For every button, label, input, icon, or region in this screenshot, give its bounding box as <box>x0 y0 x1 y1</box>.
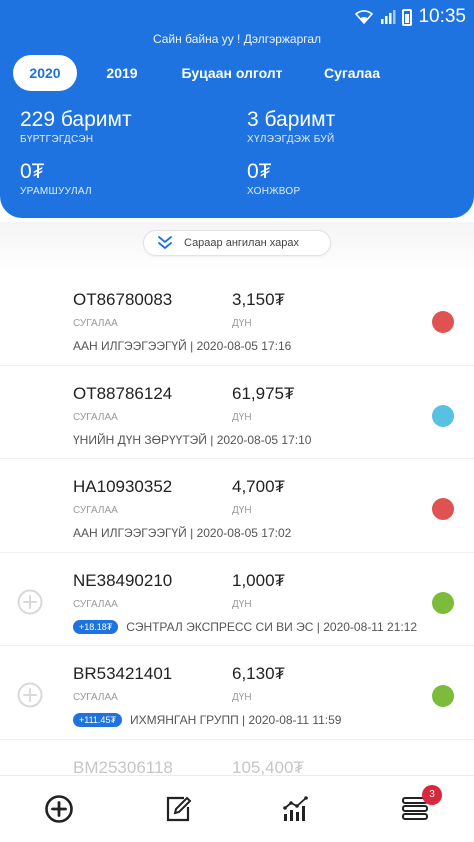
status-dot <box>432 591 454 614</box>
greeting: Сайн байна уу ! Дэлгэржаргал <box>152 32 322 46</box>
receipt-amount-label: ДҮН <box>232 692 252 703</box>
receipt-code: BM25306118 <box>73 758 173 776</box>
stat-bonus: 0₮ УРАМШУУЛАЛ <box>20 160 92 197</box>
nav-chart[interactable] <box>237 776 356 842</box>
tab-lottery[interactable]: Сугалаа <box>297 55 407 91</box>
year-tabs: 2020 2019 Буцаан олголт Сугалаа <box>13 55 461 91</box>
receipt-row-partial[interactable]: BM25306118 105,400₮ <box>0 756 474 776</box>
stat-discount: 0₮ ХОНЖВОР <box>247 160 300 197</box>
stat-pending: 3 баримт ХҮЛЭЭГДЭЖ БУЙ <box>247 108 335 145</box>
receipt-type: СУГАЛАА <box>73 505 118 516</box>
month-filter-button[interactable]: Сараар ангилан харах <box>143 230 331 256</box>
header: 10:35 Сайн байна уу ! Дэлгэржаргал 2020 … <box>0 0 474 218</box>
stat-bonus-label: УРАМШУУЛАЛ <box>20 186 92 197</box>
double-chevron-down-icon <box>158 236 172 249</box>
receipt-row[interactable]: NE38490210 1,000₮ СУГАЛАА ДҮН +18.18₮ СЭ… <box>0 553 474 646</box>
status-bar: 10:35 <box>0 0 474 32</box>
receipt-code: BR53421401 <box>73 664 173 683</box>
chart-icon <box>283 796 309 821</box>
receipt-info-text: СЭНТРАЛ ЭКСПРЕСС СИ ВИ ЭС | 2020-08-11 2… <box>126 619 418 634</box>
receipt-row[interactable]: HA10930352 4,700₮ СУГАЛАА ДҮН ААН ИЛГЭЭГ… <box>0 459 474 553</box>
stat-bonus-value: 0₮ <box>20 160 45 183</box>
stat-registered-label: БҮРТГЭГДСЭН <box>20 134 94 145</box>
tab-refund[interactable]: Буцаан олголт <box>167 55 297 91</box>
receipt-info: +111.45₮ ИХМЯНГАН ГРУПП | 2020-08-11 11:… <box>73 713 341 727</box>
receipt-info: ААН ИЛГЭЭГЭЭГҮЙ | 2020-08-05 17:02 <box>73 526 291 540</box>
receipt-row[interactable]: OT88786124 61,975₮ СУГАЛАА ДҮН ҮНИЙН ДҮН… <box>0 366 474 459</box>
status-time: 10:35 <box>418 6 466 27</box>
receipt-amount: 6,130₮ <box>232 664 285 683</box>
receipt-amount-label: ДҮН <box>232 411 252 423</box>
receipt-info: ААН ИЛГЭЭГЭЭГҮЙ | 2020-08-05 17:16 <box>73 339 291 353</box>
wifi-icon <box>355 10 374 25</box>
status-dot <box>432 404 454 427</box>
battery-icon <box>402 8 413 26</box>
receipt-type: СУГАЛАА <box>73 692 118 703</box>
receipt-info: +18.18₮ СЭНТРАЛ ЭКСПРЕСС СИ ВИ ЭС | 2020… <box>73 619 418 634</box>
stat-pending-label: ХҮЛЭЭГДЭЖ БУЙ <box>247 134 335 145</box>
receipt-code: NE38490210 <box>73 570 173 590</box>
month-filter-label: Сараар ангилан харах <box>184 237 299 249</box>
receipt-info: ҮНИЙН ДҮН ЗӨРҮҮТЭЙ | 2020-08-05 17:10 <box>73 433 311 447</box>
tab-2019[interactable]: 2019 <box>77 55 167 91</box>
bonus-badge: +18.18₮ <box>73 619 119 634</box>
receipt-amount: 105,400₮ <box>232 758 304 776</box>
receipt-row[interactable]: OT86780083 3,150₮ СУГАЛАА ДҮН ААН ИЛГЭЭГ… <box>0 272 474 366</box>
nav-list[interactable] <box>356 776 474 842</box>
stat-registered: 229 баримт БҮРТГЭГДСЭН <box>20 108 132 145</box>
receipt-code: HA10930352 <box>73 477 173 496</box>
add-circle-icon[interactable] <box>17 682 43 708</box>
nav-edit[interactable] <box>119 776 238 842</box>
bonus-badge: +111.45₮ <box>73 713 122 727</box>
receipt-info-text: ААН ИЛГЭЭГЭЭГҮЙ | 2020-08-05 17:16 <box>73 339 292 353</box>
receipt-type: СУГАЛАА <box>73 598 118 610</box>
receipt-type: СУГАЛАА <box>73 411 118 423</box>
receipt-amount-label: ДҮН <box>232 318 252 329</box>
add-circle-icon <box>45 795 74 823</box>
receipt-amount-label: ДҮН <box>232 505 252 516</box>
receipt-info-text: ҮНИЙН ДҮН ЗӨРҮҮТЭЙ | 2020-08-05 17:10 <box>73 432 312 447</box>
add-circle-icon[interactable] <box>17 589 43 615</box>
receipt-info-text: ААН ИЛГЭЭГЭЭГҮЙ | 2020-08-05 17:02 <box>73 526 292 540</box>
receipt-code: OT86780083 <box>73 290 173 309</box>
stat-pending-value: 3 баримт <box>247 108 336 131</box>
bottom-nav <box>0 775 474 842</box>
status-dot <box>432 685 454 707</box>
stat-registered-value: 229 баримт <box>20 108 132 131</box>
receipt-row[interactable]: BR53421401 6,130₮ СУГАЛАА ДҮН +111.45₮ И… <box>0 646 474 740</box>
status-dot <box>432 311 454 333</box>
receipt-amount-label: ДҮН <box>232 598 252 610</box>
receipt-type: СУГАЛАА <box>73 318 118 329</box>
receipt-code: OT88786124 <box>73 383 173 403</box>
nav-add[interactable] <box>0 776 119 842</box>
notification-badge: 3 <box>422 785 442 805</box>
stat-discount-label: ХОНЖВОР <box>247 186 301 197</box>
receipt-list: OT86780083 3,150₮ СУГАЛАА ДҮН ААН ИЛГЭЭГ… <box>0 272 474 740</box>
stat-discount-value: 0₮ <box>247 160 272 183</box>
filter-area: Сараар ангилан харах <box>0 222 474 272</box>
receipt-info-text: ИХМЯНГАН ГРУПП | 2020-08-11 11:59 <box>129 713 342 727</box>
edit-icon <box>166 796 192 822</box>
tab-2020[interactable]: 2020 <box>13 55 77 91</box>
receipt-amount: 1,000₮ <box>232 570 285 590</box>
receipt-amount: 61,975₮ <box>232 383 295 403</box>
signal-icon <box>381 10 396 24</box>
status-dot <box>432 498 454 520</box>
receipt-amount: 3,150₮ <box>232 290 285 309</box>
receipt-amount: 4,700₮ <box>232 477 285 496</box>
